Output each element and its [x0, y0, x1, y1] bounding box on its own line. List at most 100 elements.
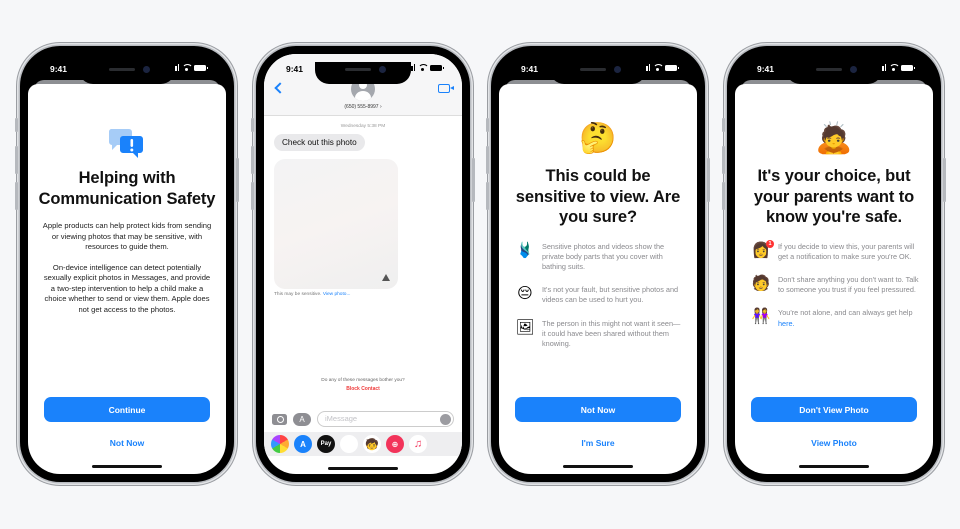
tip-item: 👭 You're not alone, and can always get h… [751, 308, 919, 328]
home-indicator[interactable] [563, 465, 633, 468]
battery-icon [665, 65, 679, 71]
battery-icon [430, 65, 444, 71]
tip-text: It's not your fault, but sensitive photo… [542, 285, 679, 305]
notch [786, 62, 882, 84]
contact-number[interactable]: (650) 555-8997 › [264, 104, 462, 110]
tips-list: 👩 1 If you decide to view this, your pare… [751, 239, 919, 329]
thinking-face-emoji: 🤔 [579, 122, 617, 155]
page-title: It's your choice, but your parents want … [753, 167, 915, 226]
intro-sheet: Helping with Communication Safety Apple … [28, 84, 226, 474]
notification-badge: 1 [766, 239, 774, 248]
silent-switch [486, 118, 489, 132]
warning-icon [382, 274, 390, 281]
sensitive-note-text: This may be sensitive. [274, 292, 322, 297]
framed-picture-faces-emoji: 🖼 [515, 318, 535, 336]
volume-down-button [15, 182, 18, 210]
tip-text-body: You're not alone, and can always get hel… [778, 308, 913, 318]
tip-text: Sensitive photos and videos show the pri… [542, 241, 665, 271]
image-search-icon[interactable]: ⊕ [386, 435, 404, 453]
imessage-placeholder: iMessage [325, 414, 358, 423]
app-store-icon[interactable]: A [294, 435, 312, 453]
apple-pay-icon[interactable]: Pay [317, 435, 335, 453]
imessage-input[interactable]: iMessage [317, 411, 454, 427]
volume-up-button [722, 146, 725, 174]
parents-sheet: 🙇 It's your choice, but your parents wan… [735, 84, 933, 474]
battery-icon [901, 65, 915, 71]
message-bubble: Check out this photo [274, 134, 365, 151]
facetime-video-icon[interactable] [438, 84, 454, 93]
tip-item: 👩 1 If you decide to view this, your pare… [751, 239, 919, 262]
view-photo-button[interactable]: View Photo [735, 438, 933, 448]
silent-switch [722, 118, 725, 132]
volume-up-button [15, 146, 18, 174]
silent-switch [15, 118, 18, 132]
power-button [472, 158, 475, 202]
warning-sheet: 🤔 This could be sensitive to view. Are y… [499, 84, 697, 474]
not-now-button[interactable]: Not Now [28, 438, 226, 448]
volume-down-button [251, 182, 254, 210]
app-drawer: A Pay 🐵 🧒 ⊕ ♫ [264, 432, 462, 456]
page-title: This could be sensitive to view. Are you… [515, 167, 681, 226]
camera-icon[interactable] [272, 413, 287, 425]
volume-down-button [486, 182, 489, 210]
tip-text: If you decide to view this, your parents… [778, 241, 915, 261]
monkey-memoji-icon[interactable]: 🐵 [340, 435, 358, 453]
home-indicator[interactable] [328, 467, 398, 470]
volume-up-button [486, 146, 489, 174]
battery-icon [194, 65, 208, 71]
pensive-face-emoji: 😔 [517, 285, 533, 303]
phone-messages: (650) 555-8997 › 9:41 Wednesday 5:38 PM … [251, 46, 475, 482]
notch [315, 62, 411, 84]
back-chevron-icon[interactable] [274, 82, 286, 94]
tip-item: 🖼 The person in this might not want it s… [515, 319, 683, 350]
status-time: 9:41 [50, 64, 68, 74]
screen: 9:41 🙇 It's your choice, but your parent… [735, 54, 933, 474]
im-sure-button[interactable]: I'm Sure [499, 438, 697, 448]
phone-warning: 9:41 🤔 This could be sensitive to view. … [486, 46, 710, 482]
screen: 9:41 Helping with Communication Safety A… [28, 54, 226, 474]
phone-intro: 9:41 Helping with Communication Safety A… [15, 46, 239, 482]
tip-item: 🧑 Don't share anything you don't want to… [751, 275, 919, 295]
photos-app-icon[interactable] [271, 435, 289, 453]
parent-notification-memoji: 👩 1 [751, 239, 774, 260]
power-button [707, 158, 710, 202]
wifi-icon [418, 64, 429, 71]
compose-bar: A iMessage [272, 410, 454, 428]
silent-switch [251, 118, 254, 132]
tip-text: You're not alone, and can always get hel… [778, 308, 919, 328]
share-memoji: 🧑 [751, 274, 771, 292]
memoji-stickers-icon[interactable]: 🧒 [363, 435, 381, 453]
intro-paragraph: Apple products can help protect kids fro… [42, 221, 212, 251]
wifi-icon [182, 64, 193, 71]
swimsuit-emoji: 🩱 [515, 241, 535, 259]
bowing-person-emoji: 🙇 [815, 122, 853, 155]
tips-list: 🩱 Sensitive photos and videos show the p… [515, 242, 683, 350]
notch [79, 62, 175, 84]
view-photo-link[interactable]: View photo... [323, 292, 351, 297]
audio-message-icon[interactable] [440, 414, 451, 425]
tip-text: Don't share anything you don't want to. … [778, 274, 919, 295]
not-now-button[interactable]: Not Now [515, 397, 681, 422]
wifi-icon [653, 64, 664, 71]
notch [550, 62, 646, 84]
apps-icon[interactable]: A [293, 412, 311, 426]
dont-view-photo-button[interactable]: Don't View Photo [751, 397, 917, 422]
home-indicator[interactable] [92, 465, 162, 468]
volume-up-button [251, 146, 254, 174]
status-time: 9:41 [757, 64, 775, 74]
apple-pay-label: Pay [320, 441, 332, 447]
screen: (650) 555-8997 › 9:41 Wednesday 5:38 PM … [264, 54, 462, 474]
bother-prompt: Do any of these messages bother you? [321, 378, 405, 383]
friends-memoji: 👭 [751, 308, 771, 326]
music-icon[interactable]: ♫ [409, 435, 427, 453]
wifi-icon [889, 64, 900, 71]
status-time: 9:41 [521, 64, 539, 74]
volume-down-button [722, 182, 725, 210]
message-timestamp: Wednesday 5:38 PM [340, 124, 386, 129]
home-indicator[interactable] [799, 465, 869, 468]
block-contact-link[interactable]: Block Contact [264, 386, 462, 392]
blurred-photo[interactable] [274, 159, 398, 289]
tip-text: The person in this might not want it see… [542, 318, 681, 348]
help-here-link[interactable]: here. [778, 319, 795, 328]
continue-button[interactable]: Continue [44, 397, 210, 422]
